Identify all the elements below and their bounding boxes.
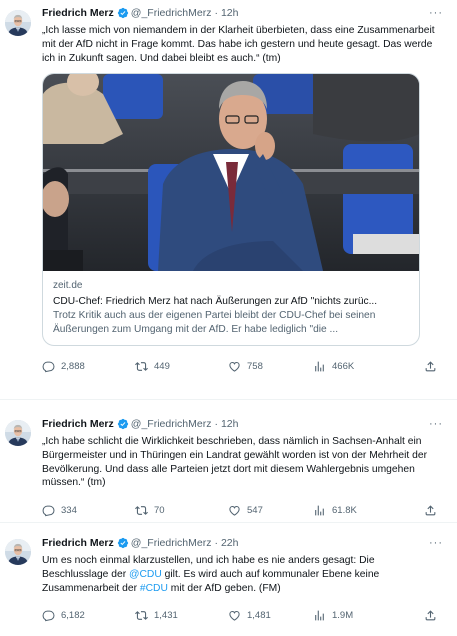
retweet-count: 1,431 bbox=[154, 609, 178, 621]
retweet-icon bbox=[135, 360, 148, 373]
action-bar: 334 70 547 61.8K bbox=[42, 502, 443, 518]
separator: · bbox=[214, 418, 218, 430]
tweet-header: Friedrich Merz @_FriedrichMerz · 12h ··· bbox=[42, 5, 443, 21]
like-button[interactable]: 758 bbox=[228, 360, 313, 373]
link-card[interactable]: zeit.de CDU-Chef: Friedrich Merz hat nac… bbox=[42, 73, 420, 347]
views-button[interactable]: 466K bbox=[313, 360, 401, 373]
view-count: 1.9M bbox=[332, 609, 354, 621]
reply-count: 2,888 bbox=[61, 360, 85, 372]
share-icon bbox=[424, 609, 437, 622]
share-button[interactable] bbox=[424, 609, 443, 622]
author-handle[interactable]: @_FriedrichMerz bbox=[131, 7, 212, 19]
retweet-icon bbox=[135, 609, 148, 622]
action-bar: 6,182 1,431 1,481 1.9M bbox=[42, 607, 443, 623]
tweet[interactable]: Friedrich Merz @_FriedrichMerz · 12h ···… bbox=[0, 400, 457, 523]
like-icon bbox=[228, 360, 241, 373]
reply-count: 334 bbox=[61, 504, 77, 516]
like-icon bbox=[228, 504, 241, 517]
card-image bbox=[43, 74, 419, 272]
verified-badge-icon bbox=[117, 418, 129, 430]
more-icon[interactable]: ··· bbox=[429, 537, 443, 549]
like-icon bbox=[228, 609, 241, 622]
share-icon bbox=[424, 360, 437, 373]
views-icon bbox=[313, 609, 326, 622]
action-bar: 2,888 449 758 466K bbox=[42, 358, 443, 374]
view-count: 466K bbox=[332, 360, 355, 372]
reply-icon bbox=[42, 360, 55, 373]
reply-icon bbox=[42, 609, 55, 622]
card-domain: zeit.de bbox=[53, 280, 83, 292]
tweet[interactable]: Friedrich Merz @_FriedrichMerz · 22h ···… bbox=[0, 523, 457, 636]
timestamp[interactable]: 12h bbox=[221, 7, 239, 19]
retweet-button[interactable]: 70 bbox=[135, 504, 228, 517]
share-icon bbox=[424, 504, 437, 517]
reply-count: 6,182 bbox=[61, 609, 85, 621]
author-name[interactable]: Friedrich Merz bbox=[42, 537, 114, 549]
tweet-text: Um es noch einmal klarzustellen, und ich… bbox=[42, 554, 443, 595]
author-handle[interactable]: @_FriedrichMerz bbox=[131, 537, 212, 549]
tweet-header: Friedrich Merz @_FriedrichMerz · 22h ··· bbox=[42, 535, 443, 551]
retweet-count: 70 bbox=[154, 504, 165, 516]
reply-button[interactable]: 334 bbox=[42, 504, 135, 517]
author-handle[interactable]: @_FriedrichMerz bbox=[131, 418, 212, 430]
timestamp[interactable]: 12h bbox=[221, 418, 239, 430]
tweet-header: Friedrich Merz @_FriedrichMerz · 12h ··· bbox=[42, 416, 443, 432]
tweet-feed: Friedrich Merz @_FriedrichMerz · 12h ···… bbox=[0, 0, 457, 636]
like-button[interactable]: 547 bbox=[228, 504, 313, 517]
retweet-button[interactable]: 1,431 bbox=[135, 609, 228, 622]
share-button[interactable] bbox=[424, 504, 443, 517]
like-count: 1,481 bbox=[247, 609, 271, 621]
timestamp[interactable]: 22h bbox=[221, 537, 239, 549]
retweet-count: 449 bbox=[154, 360, 170, 372]
verified-badge-icon bbox=[117, 537, 129, 549]
mention-link[interactable]: @CDU bbox=[129, 569, 162, 580]
more-icon[interactable]: ··· bbox=[429, 7, 443, 19]
view-count: 61.8K bbox=[332, 504, 357, 516]
views-icon bbox=[313, 360, 326, 373]
reply-icon bbox=[42, 504, 55, 517]
separator: · bbox=[214, 537, 218, 549]
tweet-text: „Ich habe schlicht die Wirklichkeit besc… bbox=[42, 436, 428, 489]
retweet-button[interactable]: 449 bbox=[135, 360, 228, 373]
verified-badge-icon bbox=[117, 7, 129, 19]
author-name[interactable]: Friedrich Merz bbox=[42, 418, 114, 430]
reply-button[interactable]: 2,888 bbox=[42, 360, 135, 373]
tweet-text: „Ich lasse mich von niemandem in der Kla… bbox=[42, 25, 435, 64]
share-button[interactable] bbox=[424, 360, 443, 373]
hashtag-link[interactable]: #CDU bbox=[140, 583, 168, 594]
avatar[interactable] bbox=[5, 420, 31, 446]
like-button[interactable]: 1,481 bbox=[228, 609, 313, 622]
like-count: 758 bbox=[247, 360, 263, 372]
avatar[interactable] bbox=[5, 10, 31, 36]
card-title: CDU-Chef: Friedrich Merz hat nach Äußeru… bbox=[53, 296, 378, 308]
card-description: Trotz Kritik auch aus der eigenen Partei… bbox=[53, 310, 376, 335]
like-count: 547 bbox=[247, 504, 263, 516]
avatar[interactable] bbox=[5, 539, 31, 565]
retweet-icon bbox=[135, 504, 148, 517]
separator: · bbox=[214, 7, 218, 19]
views-icon bbox=[313, 504, 326, 517]
views-button[interactable]: 1.9M bbox=[313, 609, 401, 622]
reply-button[interactable]: 6,182 bbox=[42, 609, 135, 622]
text-segment: mit der AfD geben. (FM) bbox=[167, 582, 281, 594]
views-button[interactable]: 61.8K bbox=[313, 504, 401, 517]
more-icon[interactable]: ··· bbox=[429, 418, 443, 430]
tweet[interactable]: Friedrich Merz @_FriedrichMerz · 12h ···… bbox=[0, 0, 457, 400]
author-name[interactable]: Friedrich Merz bbox=[42, 7, 114, 19]
